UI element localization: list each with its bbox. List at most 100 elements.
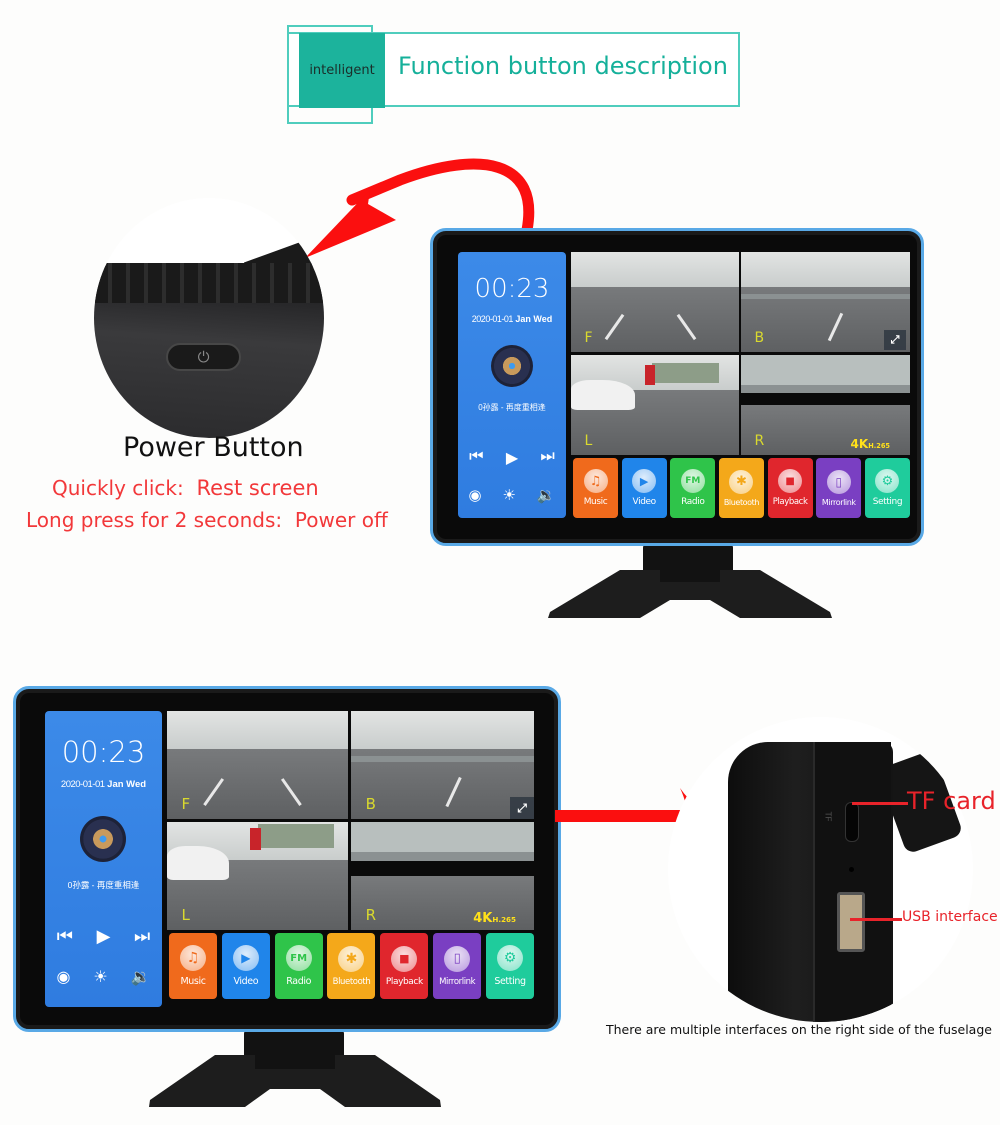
app-radio[interactable]: FM Radio bbox=[670, 458, 716, 518]
app-radio[interactable]: FM Radio bbox=[274, 933, 323, 999]
long-press-description: Long press for 2 seconds: Power off bbox=[26, 508, 388, 532]
radio-icon: FM bbox=[680, 469, 705, 493]
clock: 00:23 bbox=[474, 274, 550, 304]
monitor-top: 00:23 2020-01-01 Jan Wed 0孙露 - 再度重相逢 ⏮ ▶… bbox=[430, 228, 924, 546]
camera-left[interactable]: L bbox=[167, 822, 348, 930]
stand-base-bottom bbox=[149, 1055, 441, 1107]
next-icon[interactable]: ⏭ bbox=[540, 448, 554, 468]
camera-label-left: L bbox=[181, 905, 190, 924]
housing-vents bbox=[94, 263, 324, 303]
resolution-badge: 4KH.265 bbox=[851, 437, 890, 451]
camera-back[interactable]: B ⤢ bbox=[741, 252, 910, 352]
app-bluetooth[interactable]: ✱ Bluetooth bbox=[327, 933, 376, 999]
resolution-text: 4K bbox=[850, 437, 869, 451]
tf-card-label: TF card bbox=[907, 787, 996, 815]
previous-icon[interactable]: ⏮ bbox=[57, 926, 73, 947]
app-music[interactable]: ♫ Music bbox=[169, 933, 217, 999]
app-label: Setting bbox=[494, 976, 526, 987]
camera-label-right: R bbox=[754, 433, 765, 449]
volume-icon[interactable]: 🔉 bbox=[131, 967, 151, 987]
app-music[interactable]: ♫ Music bbox=[573, 458, 618, 518]
camera-back[interactable]: B ⤢ bbox=[351, 711, 534, 819]
quick-click-action: Rest screen bbox=[196, 476, 319, 500]
camera-right[interactable]: R 4KH.265 bbox=[741, 355, 910, 455]
brightness-icon[interactable]: ☀ bbox=[93, 967, 107, 987]
app-bar: ♫ Music ▶ Video FM Radio ✱ Bluetooth ■ P… bbox=[169, 933, 534, 999]
power-icon: ⏻ bbox=[197, 348, 210, 366]
tf-card-slot[interactable] bbox=[845, 802, 859, 842]
app-mirrorlink[interactable]: ▯ Mirrorlink bbox=[433, 933, 482, 999]
camera-label-right: R bbox=[365, 905, 377, 924]
app-video[interactable]: ▶ Video bbox=[621, 458, 667, 518]
mirrorlink-icon: ▯ bbox=[444, 945, 471, 972]
date: 2020-01-01 Jan Wed bbox=[458, 314, 566, 324]
clock: 00:23 bbox=[61, 735, 146, 769]
date-text: Jan Wed bbox=[515, 314, 553, 324]
previous-icon[interactable]: ⏮ bbox=[469, 448, 483, 468]
fullscreen-icon[interactable]: ⤢ bbox=[884, 330, 906, 350]
side-interfaces-photo: TF bbox=[668, 717, 973, 1022]
app-setting[interactable]: ⚙ Setting bbox=[864, 458, 910, 518]
app-label: Music bbox=[180, 976, 206, 987]
date-numeric: 2020-01-01 bbox=[60, 779, 105, 790]
app-label: Video bbox=[233, 976, 259, 987]
play-icon[interactable]: ▶ bbox=[97, 926, 111, 947]
app-setting[interactable]: ⚙ Setting bbox=[485, 933, 534, 999]
codec-text: H.265 bbox=[868, 442, 890, 450]
player-controls: ⏮ ▶ ⏭ bbox=[458, 448, 566, 468]
camera-label-front: F bbox=[584, 330, 593, 346]
music-icon: ♫ bbox=[583, 469, 608, 493]
record-icon[interactable]: ◉ bbox=[468, 486, 481, 504]
setting-icon: ⚙ bbox=[875, 469, 900, 493]
record-icon[interactable]: ◉ bbox=[56, 967, 70, 987]
video-icon: ▶ bbox=[232, 945, 259, 971]
song-title: 0孙露 - 再度重相逢 bbox=[67, 880, 140, 890]
power-button-title: Power Button bbox=[123, 432, 304, 463]
power-button-photo: ⏻ bbox=[94, 198, 324, 438]
app-mirrorlink[interactable]: ▯ Mirrorlink bbox=[816, 458, 862, 518]
app-bluetooth[interactable]: ✱ Bluetooth bbox=[718, 458, 764, 518]
date-numeric: 2020-01-01 bbox=[471, 314, 514, 324]
volume-icon[interactable]: 🔉 bbox=[537, 486, 556, 504]
next-icon[interactable]: ⏭ bbox=[134, 926, 150, 947]
brightness-icon[interactable]: ☀ bbox=[502, 486, 515, 504]
video-icon: ▶ bbox=[632, 469, 657, 493]
app-label: Mirrorlink bbox=[821, 497, 856, 507]
play-icon[interactable]: ▶ bbox=[506, 448, 518, 468]
monitor-bottom: 00:23 2020-01-01 Jan Wed 0孙露 - 再度重相逢 ⏮ ▶… bbox=[13, 686, 561, 1032]
camera-right[interactable]: R 4KH.265 bbox=[351, 822, 534, 930]
stand-base-top bbox=[548, 570, 832, 618]
radio-icon: FM bbox=[285, 945, 312, 971]
tf-slot-text: TF bbox=[823, 811, 833, 822]
app-label: Bluetooth bbox=[723, 497, 760, 507]
long-press-action: Power off bbox=[294, 508, 388, 532]
quick-click-description: Quickly click: Rest screen bbox=[52, 476, 319, 500]
app-label: Music bbox=[583, 497, 608, 507]
date-text: Jan Wed bbox=[107, 779, 147, 790]
bluetooth-icon: ✱ bbox=[729, 469, 754, 494]
player-controls: ⏮ ▶ ⏭ bbox=[45, 926, 162, 947]
app-video[interactable]: ▶ Video bbox=[221, 933, 270, 999]
straight-arrow-shaft bbox=[555, 810, 695, 822]
screen-top: 00:23 2020-01-01 Jan Wed 0孙露 - 再度重相逢 ⏮ ▶… bbox=[458, 252, 910, 524]
app-label: Playback bbox=[385, 976, 423, 987]
music-disc-icon bbox=[80, 816, 126, 862]
usb-port[interactable] bbox=[837, 892, 865, 952]
codec-text: H.265 bbox=[492, 915, 516, 924]
usb-pointer bbox=[850, 918, 902, 921]
quick-click-label: Quickly click: bbox=[52, 476, 184, 500]
app-bar: ♫ Music ▶ Video FM Radio ✱ Bluetooth ■ P… bbox=[573, 458, 910, 518]
camera-left[interactable]: L bbox=[571, 355, 739, 455]
system-controls: ◉ ☀ 🔉 bbox=[45, 967, 162, 987]
usb-interface-label: USB interface bbox=[902, 909, 998, 925]
app-playback[interactable]: ■ Playback bbox=[767, 458, 813, 518]
app-label: Video bbox=[632, 497, 657, 507]
app-label: Radio bbox=[286, 976, 311, 987]
app-playback[interactable]: ■ Playback bbox=[380, 933, 429, 999]
reset-hole bbox=[849, 867, 854, 872]
camera-front[interactable]: F bbox=[167, 711, 348, 819]
camera-front[interactable]: F bbox=[571, 252, 739, 352]
tf-card-pointer bbox=[852, 802, 908, 805]
fullscreen-icon[interactable]: ⤢ bbox=[510, 797, 534, 819]
power-switch[interactable]: ⏻ bbox=[166, 343, 241, 371]
